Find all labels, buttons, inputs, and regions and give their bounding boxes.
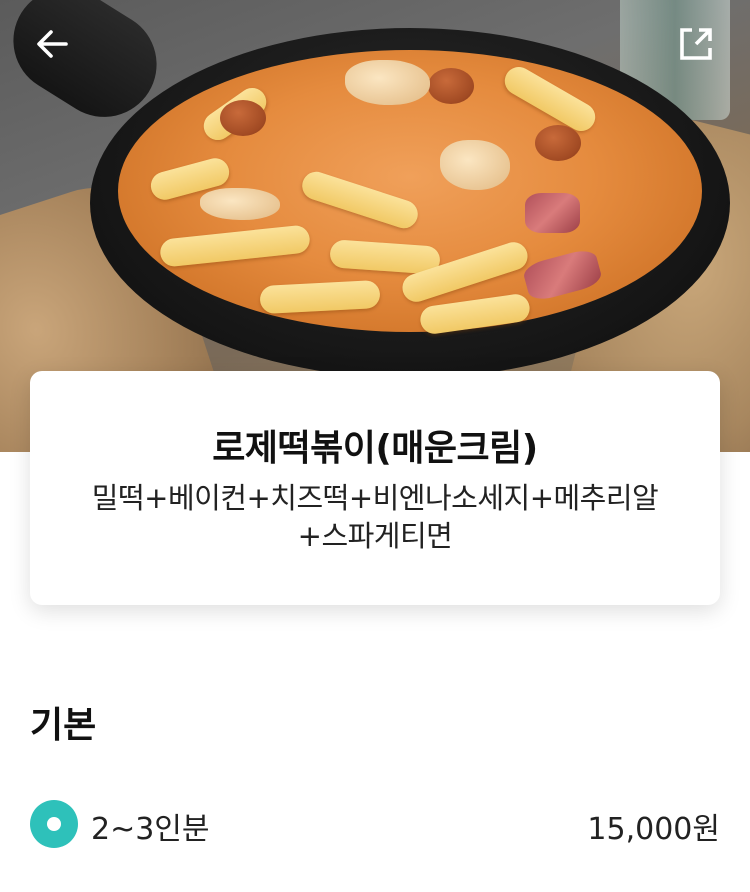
vienna-sausage <box>220 100 266 136</box>
menu-description-line: +스파게티면 <box>297 519 453 553</box>
vienna-sausage <box>428 68 474 104</box>
menu-title: 로제떡볶이(매운크림) <box>212 428 538 469</box>
radio-button-selected[interactable] <box>30 800 78 848</box>
menu-description-line: 밀떡+베이컨+치즈떡+비엔나소세지+메추리알 <box>91 481 659 515</box>
vienna-sausage <box>535 125 581 161</box>
dumpling <box>345 60 430 105</box>
option-row-2-3-servings[interactable]: 2~3인분 15,000원 <box>30 797 720 851</box>
option-price: 15,000원 <box>587 812 720 847</box>
bacon <box>525 193 580 233</box>
dumpling <box>200 188 280 220</box>
radio-selected-dot <box>47 817 61 831</box>
menu-info-card: 로제떡볶이(매운크림) 밀떡+베이컨+치즈떡+비엔나소세지+메추리알 +스파게티… <box>30 371 720 605</box>
share-external-icon <box>680 28 712 60</box>
back-button[interactable] <box>24 16 80 72</box>
dumpling <box>440 140 510 190</box>
option-section-title: 기본 <box>30 705 97 746</box>
arrow-left-icon <box>37 30 68 58</box>
menu-description: 밀떡+베이컨+치즈떡+비엔나소세지+메추리알 +스파게티면 <box>70 479 680 555</box>
menu-detail-page: 로제떡볶이(매운크림) 밀떡+베이컨+치즈떡+비엔나소세지+메추리알 +스파게티… <box>0 0 750 892</box>
share-button[interactable] <box>668 16 724 72</box>
option-label: 2~3인분 <box>91 812 210 847</box>
